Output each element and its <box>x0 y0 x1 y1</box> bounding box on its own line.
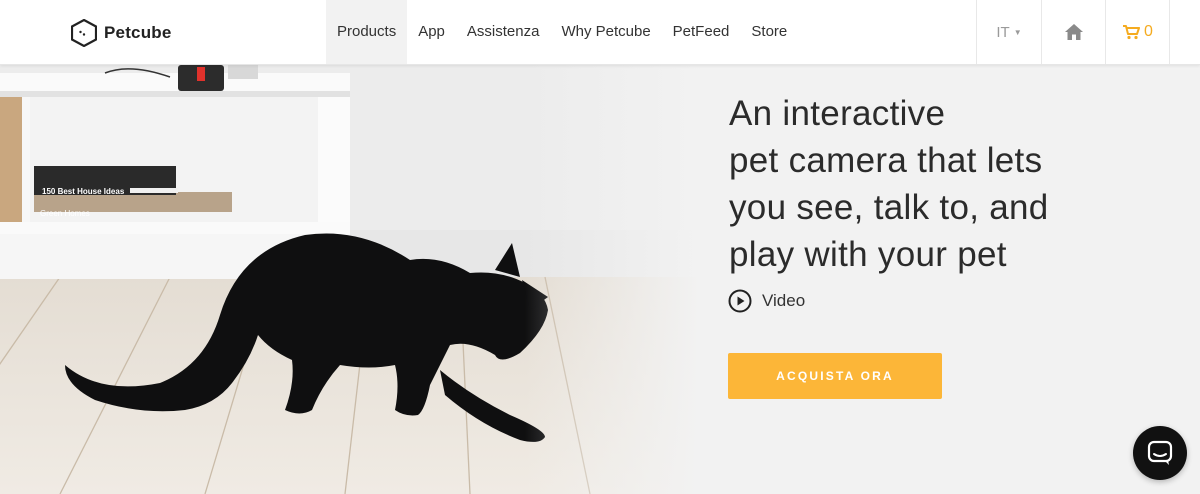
header-actions: IT ▼ 0 <box>976 0 1170 64</box>
nav-store[interactable]: Store <box>740 0 798 64</box>
nav-assistenza[interactable]: Assistenza <box>456 0 551 64</box>
main-nav: Products App Assistenza Why Petcube PetF… <box>326 0 798 64</box>
headline-line: play with your pet <box>729 235 1007 274</box>
nav-why-petcube[interactable]: Why Petcube <box>550 0 661 64</box>
headline-line: you see, talk to, and <box>729 188 1049 227</box>
book-title-2: Green Homes <box>40 209 90 218</box>
cart-count: 0 <box>1144 23 1153 40</box>
petcube-logo-icon <box>71 19 97 47</box>
cart-icon <box>1123 25 1141 40</box>
buy-now-button[interactable]: ACQUISTA ORA <box>728 353 942 399</box>
site-header: Petcube Products App Assistenza Why Petc… <box>0 0 1200 65</box>
brand-logo[interactable]: Petcube <box>71 18 172 48</box>
headline-line: An interactive <box>729 94 946 133</box>
home-button[interactable] <box>1041 0 1105 64</box>
language-selector[interactable]: IT ▼ <box>976 0 1041 64</box>
brand-name: Petcube <box>104 23 172 42</box>
headline-line: pet camera that lets <box>729 141 1043 180</box>
video-label: Video <box>762 291 806 310</box>
video-link[interactable]: Video <box>728 289 805 313</box>
cart-button[interactable]: 0 <box>1105 0 1170 64</box>
cat-photo-illustration <box>0 65 700 494</box>
play-circle-icon <box>728 289 752 313</box>
hero-image <box>0 65 700 494</box>
chevron-down-icon: ▼ <box>1013 27 1022 37</box>
chat-launcher-button[interactable] <box>1133 426 1187 480</box>
nav-petfeed[interactable]: PetFeed <box>662 0 741 64</box>
hero-headline: An interactive pet camera that lets you … <box>729 90 1169 278</box>
nav-products[interactable]: Products <box>326 0 408 64</box>
book-title-1: 150 Best House Ideas <box>42 187 125 196</box>
nav-app[interactable]: App <box>407 0 456 64</box>
home-icon <box>1064 24 1083 40</box>
chat-bubble-icon <box>1147 440 1173 465</box>
language-code: IT <box>996 23 1010 41</box>
